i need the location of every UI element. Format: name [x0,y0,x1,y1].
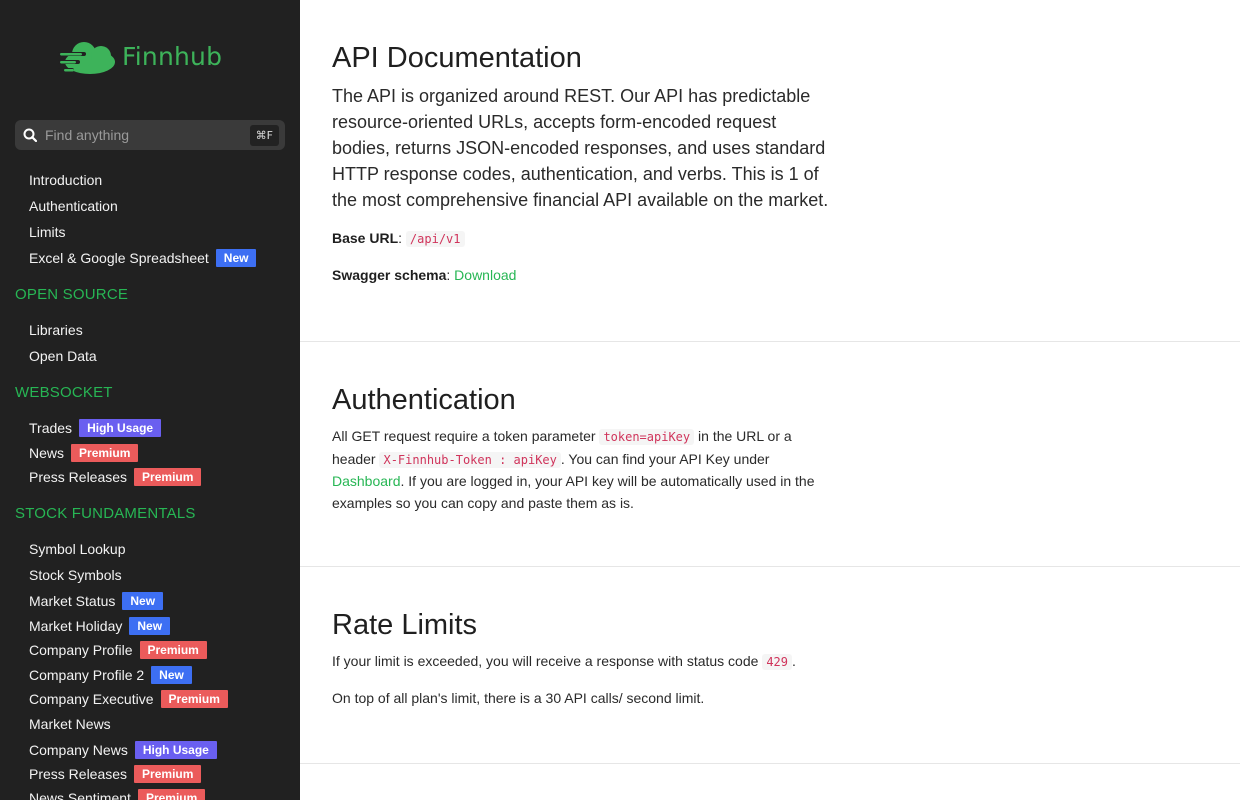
header-code: X-Finnhub-Token : apiKey [379,451,561,468]
premium-badge: Premium [160,690,228,708]
search-box: ⌘F [15,120,285,150]
sidebar-item-market-holiday[interactable]: Market Holiday New [29,617,171,635]
swagger-download-link[interactable]: Download [454,267,516,283]
new-badge: New [215,249,257,267]
search-shortcut: ⌘F [249,124,279,146]
sidebar-item-open-data[interactable]: Open Data [29,348,97,364]
new-badge: New [129,617,171,635]
sidebar-item-news-sentiment[interactable]: News Sentiment Premium [29,789,206,800]
status-code-429: 429 [762,654,792,670]
rate-limits-per-second: On top of all plan's limit, there is a 3… [332,689,705,706]
sidebar-item-introduction[interactable]: Introduction [29,172,102,188]
high-usage-badge: High Usage [134,741,217,759]
sidebar-item-stock-symbols[interactable]: Stock Symbols [29,567,122,583]
high-usage-badge: High Usage [79,419,162,437]
section-title-open-source: OPEN SOURCE [15,286,129,303]
base-url-value: /api/v1 [405,231,465,247]
section-title-stock-fundamentals: STOCK FUNDAMENTALS [15,505,196,522]
api-docs-lead: The API is organized around REST. Our AP… [332,86,829,210]
rate-limits-text: If your limit is exceeded, you will rece… [332,653,796,670]
premium-badge: Premium [139,641,207,659]
api-docs-title: API Documentation [332,42,582,74]
section-authentication: Authentication All GET request require a… [300,342,1240,567]
authentication-title: Authentication [332,384,516,416]
main-content: API Documentation The API is organized a… [300,0,1240,800]
sidebar-item-ws-news[interactable]: News Premium [29,444,139,462]
rate-limits-title: Rate Limits [332,609,478,641]
sidebar-item-press-releases[interactable]: Press Releases Premium [29,765,202,783]
token-param-code: token=apiKey [599,429,695,445]
section-rate-limits: Rate Limits If your limit is exceeded, y… [300,567,1240,764]
sidebar-item-company-profile[interactable]: Company Profile Premium [29,641,207,659]
sidebar-item-limits[interactable]: Limits [29,224,66,240]
sidebar-item-market-news[interactable]: Market News [29,716,111,732]
sidebar: Finnhub ⌘F Introduction Authentication L… [0,0,300,800]
sidebar-item-company-profile-2[interactable]: Company Profile 2 New [29,666,192,684]
section-api-documentation: API Documentation The API is organized a… [300,0,1240,342]
section-title-websocket: WEBSOCKET [15,384,113,401]
finnhub-cloud-icon [58,42,115,74]
new-badge: New [151,666,192,684]
authentication-text: All GET request require a token paramete… [332,428,815,511]
premium-badge: Premium [71,444,139,462]
sidebar-item-ws-press-releases[interactable]: Press Releases Premium [29,468,202,486]
sidebar-item-libraries[interactable]: Libraries [29,322,83,338]
sidebar-item-company-news[interactable]: Company News High Usage [29,741,217,759]
brand-name: Finnhub [122,41,223,71]
swagger-line: Swagger schema: Download [332,266,517,283]
sidebar-item-market-status[interactable]: Market Status New [29,592,164,610]
premium-badge: Premium [134,765,202,783]
dashboard-link[interactable]: Dashboard [332,473,401,489]
new-badge: New [122,592,164,610]
search-input[interactable] [45,127,250,143]
sidebar-item-symbol-lookup[interactable]: Symbol Lookup [29,541,126,557]
premium-badge: Premium [137,789,206,800]
sidebar-item-ws-trades[interactable]: Trades High Usage [29,419,162,437]
sidebar-item-excel-spreadsheet[interactable]: Excel & Google Spreadsheet New [29,249,257,267]
sidebar-item-authentication[interactable]: Authentication [29,198,118,214]
swagger-label: Swagger schema [332,266,447,283]
premium-badge: Premium [134,468,202,486]
search-icon [15,128,45,142]
base-url-line: Base URL: /api/v1 [332,228,832,251]
base-url-label: Base URL [332,230,399,246]
sidebar-item-company-executive[interactable]: Company Executive Premium [29,690,228,708]
brand-logo[interactable]: Finnhub [58,36,222,76]
